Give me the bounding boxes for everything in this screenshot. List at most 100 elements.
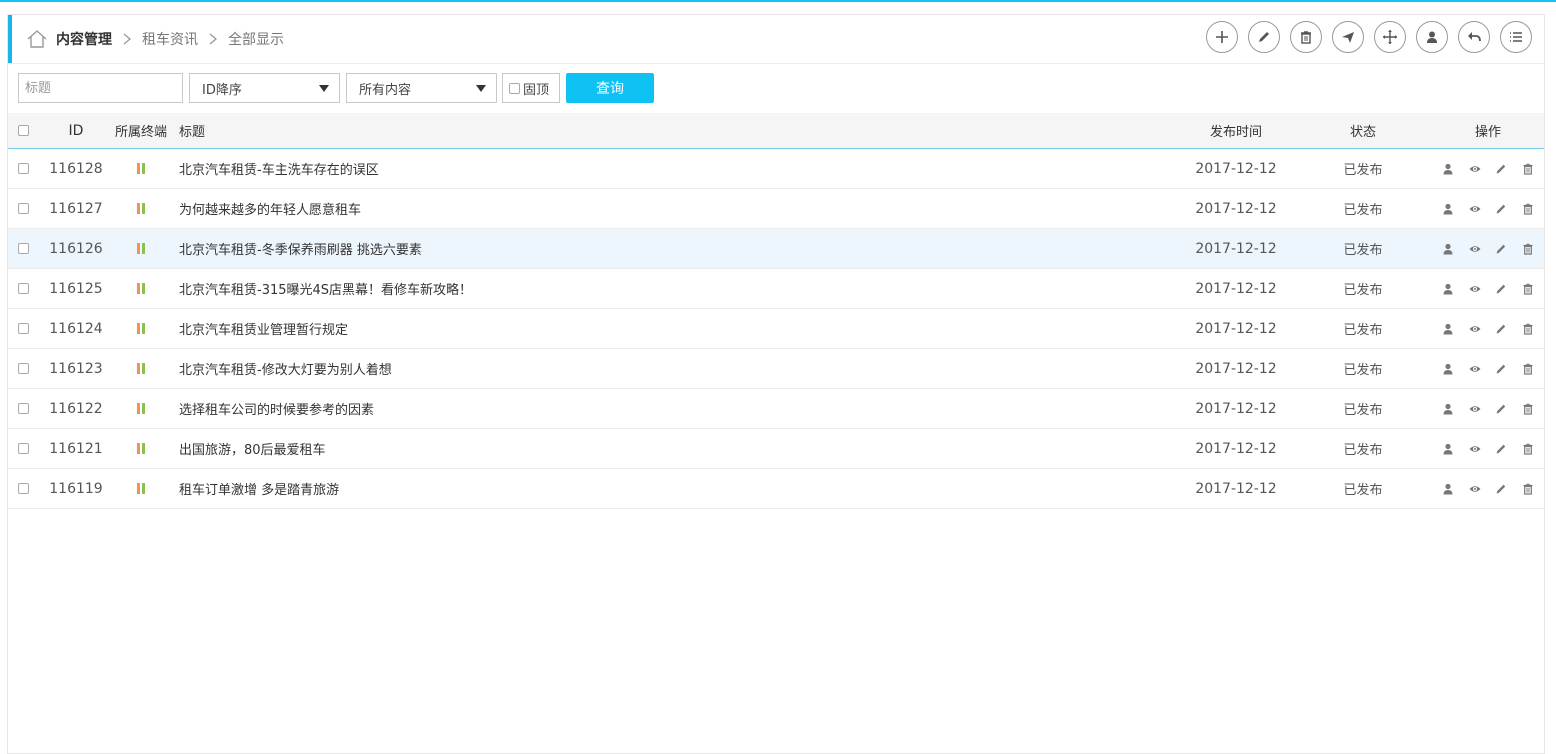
eye-icon bbox=[1469, 485, 1481, 492]
select-all-checkbox[interactable] bbox=[18, 125, 29, 136]
pin-checkbox[interactable] bbox=[509, 82, 520, 94]
row-view-button[interactable] bbox=[1469, 283, 1481, 295]
row-author-button[interactable] bbox=[1442, 323, 1454, 335]
table-row[interactable]: 116128 北京汽车租赁-车主洗车存在的误区 2017-12-12 已发布 bbox=[8, 149, 1544, 189]
home-icon[interactable] bbox=[26, 28, 48, 50]
row-edit-button[interactable] bbox=[1495, 363, 1507, 375]
row-title[interactable]: 北京汽车租赁-315曝光4S店黑幕！看修车新攻略！ bbox=[179, 269, 472, 308]
table-row[interactable]: 116121 出国旅游，80后最爱租车 2017-12-12 已发布 bbox=[8, 429, 1544, 469]
table-row[interactable]: 116124 北京汽车租赁业管理暂行规定 2017-12-12 已发布 bbox=[8, 309, 1544, 349]
row-delete-button[interactable] bbox=[1522, 443, 1534, 455]
row-checkbox[interactable] bbox=[18, 443, 29, 454]
row-view-button[interactable] bbox=[1469, 243, 1481, 255]
row-checkbox[interactable] bbox=[18, 203, 29, 214]
row-status: 已发布 bbox=[1343, 483, 1383, 498]
row-view-button[interactable] bbox=[1469, 163, 1481, 175]
row-title[interactable]: 北京汽车租赁-冬季保养雨刷器 挑选六要素 bbox=[179, 229, 422, 268]
row-delete-button[interactable] bbox=[1522, 163, 1534, 175]
row-checkbox[interactable] bbox=[18, 243, 29, 254]
row-view-button[interactable] bbox=[1469, 363, 1481, 375]
row-title[interactable]: 北京汽车租赁-车主洗车存在的误区 bbox=[179, 149, 379, 188]
row-view-button[interactable] bbox=[1469, 443, 1481, 455]
row-edit-button[interactable] bbox=[1495, 483, 1507, 495]
table-row[interactable]: 116122 选择租车公司的时候要参考的因素 2017-12-12 已发布 bbox=[8, 389, 1544, 429]
row-author-button[interactable] bbox=[1442, 363, 1454, 375]
row-delete-button[interactable] bbox=[1522, 243, 1534, 255]
row-title[interactable]: 选择租车公司的时候要参考的因素 bbox=[179, 389, 374, 428]
edit-button[interactable] bbox=[1248, 21, 1280, 53]
content-type-select[interactable]: 所有内容 bbox=[346, 73, 497, 103]
add-button[interactable] bbox=[1206, 21, 1238, 53]
row-publish-date: 2017-12-12 bbox=[1195, 320, 1277, 337]
chevron-right-icon bbox=[206, 32, 220, 46]
row-id: 116121 bbox=[49, 440, 103, 457]
row-edit-button[interactable] bbox=[1495, 203, 1507, 215]
terminal-indicator bbox=[112, 229, 170, 268]
row-view-button[interactable] bbox=[1469, 483, 1481, 495]
trash-icon bbox=[1523, 243, 1533, 255]
breadcrumb-item-car-rental-news[interactable]: 租车资讯 bbox=[142, 29, 198, 49]
row-author-button[interactable] bbox=[1442, 203, 1454, 215]
header-id[interactable]: ID bbox=[48, 113, 104, 148]
move-button[interactable] bbox=[1374, 21, 1406, 53]
query-button[interactable]: 查询 bbox=[566, 73, 654, 103]
pencil-icon bbox=[1496, 164, 1506, 173]
row-checkbox[interactable] bbox=[18, 363, 29, 374]
row-checkbox[interactable] bbox=[18, 403, 29, 414]
delete-button[interactable] bbox=[1290, 21, 1322, 53]
row-author-button[interactable] bbox=[1442, 483, 1454, 495]
trash-icon bbox=[1301, 31, 1311, 44]
row-author-button[interactable] bbox=[1442, 443, 1454, 455]
row-checkbox-cell bbox=[18, 429, 29, 468]
row-edit-button[interactable] bbox=[1495, 403, 1507, 415]
list-button[interactable] bbox=[1500, 21, 1532, 53]
row-edit-button[interactable] bbox=[1495, 163, 1507, 175]
user-icon bbox=[1443, 203, 1453, 214]
row-title[interactable]: 为何越来越多的年轻人愿意租车 bbox=[179, 189, 361, 228]
row-checkbox[interactable] bbox=[18, 283, 29, 294]
row-edit-button[interactable] bbox=[1495, 243, 1507, 255]
back-button[interactable] bbox=[1458, 21, 1490, 53]
row-title[interactable]: 北京汽车租赁业管理暂行规定 bbox=[179, 309, 348, 348]
row-delete-button[interactable] bbox=[1522, 323, 1534, 335]
row-publish-date: 2017-12-12 bbox=[1195, 480, 1277, 497]
table-row[interactable]: 116126 北京汽车租赁-冬季保养雨刷器 挑选六要素 2017-12-12 已发布 bbox=[8, 229, 1544, 269]
row-edit-button[interactable] bbox=[1495, 323, 1507, 335]
row-author-button[interactable] bbox=[1442, 283, 1454, 295]
pin-filter[interactable]: 固顶 bbox=[502, 73, 560, 103]
terminal-pc-bar bbox=[137, 163, 140, 174]
eye-icon bbox=[1469, 325, 1481, 332]
row-author-button[interactable] bbox=[1442, 163, 1454, 175]
row-delete-button[interactable] bbox=[1522, 203, 1534, 215]
sort-select[interactable]: ID降序 bbox=[189, 73, 340, 103]
row-edit-button[interactable] bbox=[1495, 283, 1507, 295]
row-delete-button[interactable] bbox=[1522, 283, 1534, 295]
title-search-input[interactable] bbox=[18, 73, 183, 103]
table-row[interactable]: 116123 北京汽车租赁-修改大灯要为别人着想 2017-12-12 已发布 bbox=[8, 349, 1544, 389]
row-delete-button[interactable] bbox=[1522, 363, 1534, 375]
row-author-button[interactable] bbox=[1442, 403, 1454, 415]
row-checkbox[interactable] bbox=[18, 163, 29, 174]
table-row[interactable]: 116119 租车订单激增 多是踏青旅游 2017-12-12 已发布 bbox=[8, 469, 1544, 509]
table-row[interactable]: 116127 为何越来越多的年轻人愿意租车 2017-12-12 已发布 bbox=[8, 189, 1544, 229]
terminal-mobile-bar bbox=[142, 323, 145, 334]
table-row[interactable]: 116125 北京汽车租赁-315曝光4S店黑幕！看修车新攻略！ 2017-12-1… bbox=[8, 269, 1544, 309]
row-view-button[interactable] bbox=[1469, 203, 1481, 215]
row-checkbox[interactable] bbox=[18, 483, 29, 494]
pencil-icon bbox=[1496, 364, 1506, 373]
terminal-pc-bar bbox=[137, 283, 140, 294]
row-title[interactable]: 租车订单激增 多是踏青旅游 bbox=[179, 469, 339, 508]
breadcrumb-item-content-management[interactable]: 内容管理 bbox=[56, 29, 112, 49]
row-view-button[interactable] bbox=[1469, 403, 1481, 415]
row-delete-button[interactable] bbox=[1522, 483, 1534, 495]
user-button[interactable] bbox=[1416, 21, 1448, 53]
row-author-button[interactable] bbox=[1442, 243, 1454, 255]
row-edit-button[interactable] bbox=[1495, 443, 1507, 455]
row-checkbox[interactable] bbox=[18, 323, 29, 334]
row-delete-button[interactable] bbox=[1522, 403, 1534, 415]
publish-button[interactable] bbox=[1332, 21, 1364, 53]
terminal-indicator bbox=[112, 149, 170, 188]
row-view-button[interactable] bbox=[1469, 323, 1481, 335]
row-title[interactable]: 出国旅游，80后最爱租车 bbox=[179, 429, 326, 468]
row-title[interactable]: 北京汽车租赁-修改大灯要为别人着想 bbox=[179, 349, 392, 388]
